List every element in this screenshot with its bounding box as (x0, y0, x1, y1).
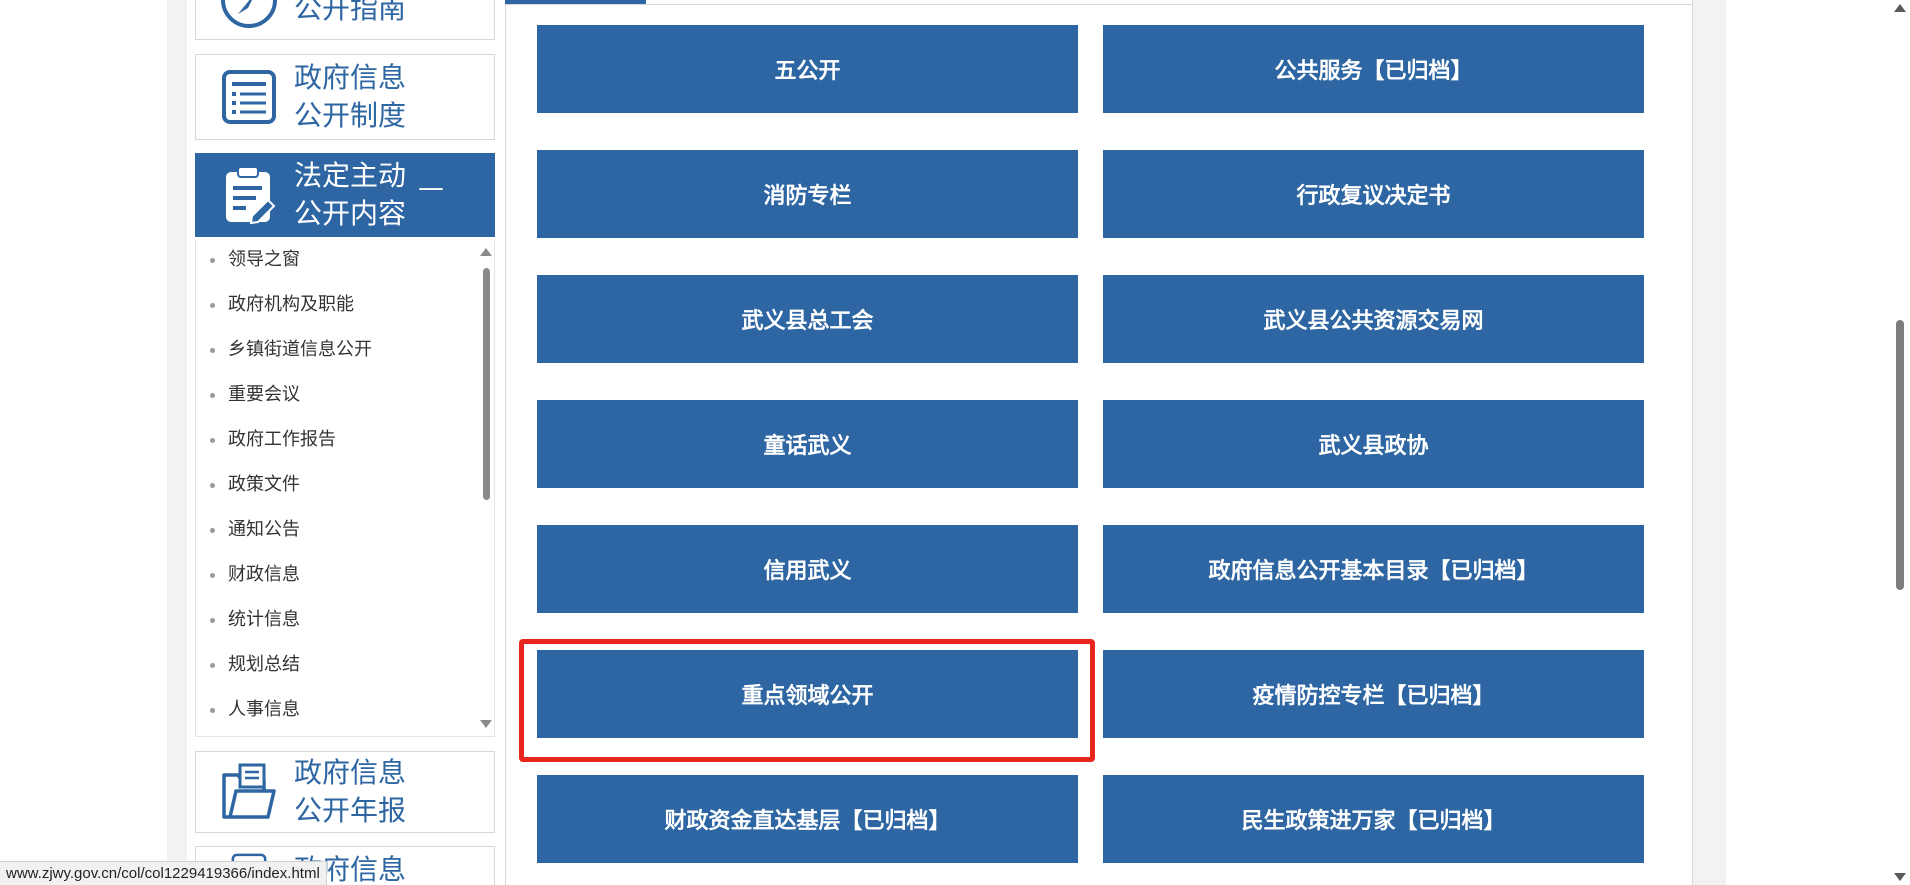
topic-tile[interactable]: 武义县总工会 (537, 275, 1078, 363)
folder-document-icon (222, 763, 276, 819)
left-gutter (167, 0, 187, 885)
page-scrollbar[interactable] (1890, 0, 1910, 885)
submenu-item[interactable]: 政策文件 (196, 465, 494, 510)
scroll-down-icon[interactable] (1894, 873, 1906, 881)
topic-tile[interactable]: 疫情防控专栏【已归档】 (1103, 650, 1644, 738)
topic-tile[interactable]: 行政复议决定书 (1103, 150, 1644, 238)
submenu-scrollbar[interactable] (480, 248, 492, 728)
topic-tile[interactable]: 政府信息公开基本目录【已归档】 (1103, 525, 1644, 613)
topic-tile[interactable]: 信用武义 (537, 525, 1078, 613)
submenu-item[interactable]: 通知公告 (196, 510, 494, 555)
topic-tile[interactable]: 财政资金直达基层【已归档】 (537, 775, 1078, 863)
sidebar-item-label: 法定主动 公开内容 (294, 159, 407, 230)
topic-tile[interactable]: 消防专栏 (537, 150, 1078, 238)
scroll-thumb[interactable] (483, 268, 490, 500)
sidebar-item-system[interactable]: 政府信息 公开制度 (195, 54, 495, 140)
scroll-thumb[interactable] (1896, 320, 1904, 590)
sidebar-item-annual-report[interactable]: 政府信息 公开年报 (195, 751, 495, 833)
topic-tile[interactable]: 武义县政协 (1103, 400, 1644, 488)
submenu-item[interactable]: 政府工作报告 (196, 420, 494, 465)
status-url: www.zjwy.gov.cn/col/col1229419366/index.… (0, 861, 327, 885)
topic-tile[interactable]: 武义县公共资源交易网 (1103, 275, 1644, 363)
topic-tile[interactable]: 童话武义 (537, 400, 1078, 488)
sidebar: 公开指南 政府信息 公开制度 法定主动 公开内容 — 领导之窗 政府机构及职能 乡镇… (195, 0, 497, 885)
submenu-item[interactable]: 财政信息 (196, 555, 494, 600)
scroll-up-icon[interactable] (1894, 4, 1906, 12)
submenu-item[interactable]: 统计信息 (196, 600, 494, 645)
statutory-submenu: 领导之窗 政府机构及职能 乡镇街道信息公开 重要会议 政府工作报告 政策文件 通知公告 财政信… (195, 240, 495, 737)
submenu-item[interactable]: 人事信息 (196, 690, 494, 735)
topic-tile[interactable]: 五公开 (537, 25, 1078, 113)
list-document-icon (222, 70, 276, 124)
collapse-icon[interactable]: — (418, 175, 444, 201)
scroll-up-icon[interactable] (480, 248, 492, 256)
submenu-item[interactable]: 领导之窗 (196, 240, 494, 285)
sidebar-item-label: 政府信息 公开制度 (294, 61, 407, 132)
submenu-item[interactable]: 规划总结 (196, 645, 494, 690)
topic-tile[interactable]: 重点领域公开 (537, 650, 1078, 738)
tab-divider (505, 4, 1693, 5)
scroll-down-icon[interactable] (480, 720, 492, 728)
submenu-item[interactable]: 乡镇街道信息公开 (196, 330, 494, 375)
topic-tile[interactable]: 公共服务【已归档】 (1103, 25, 1644, 113)
right-gutter (1693, 0, 1726, 885)
tab-active-indicator (505, 0, 646, 4)
compass-icon (221, 0, 277, 28)
clipboard-edit-icon (226, 166, 276, 225)
submenu-item[interactable]: 重要会议 (196, 375, 494, 420)
sidebar-item-label: 政府信息 公开年报 (294, 756, 407, 827)
sidebar-item-label: 公开指南 (294, 0, 407, 25)
sidebar-item-guide[interactable]: 公开指南 (195, 0, 495, 40)
sidebar-item-statutory-content[interactable]: 法定主动 公开内容 — (195, 153, 495, 237)
topic-tile[interactable]: 民生政策进万家【已归档】 (1103, 775, 1644, 863)
submenu-item[interactable]: 政府机构及职能 (196, 285, 494, 330)
